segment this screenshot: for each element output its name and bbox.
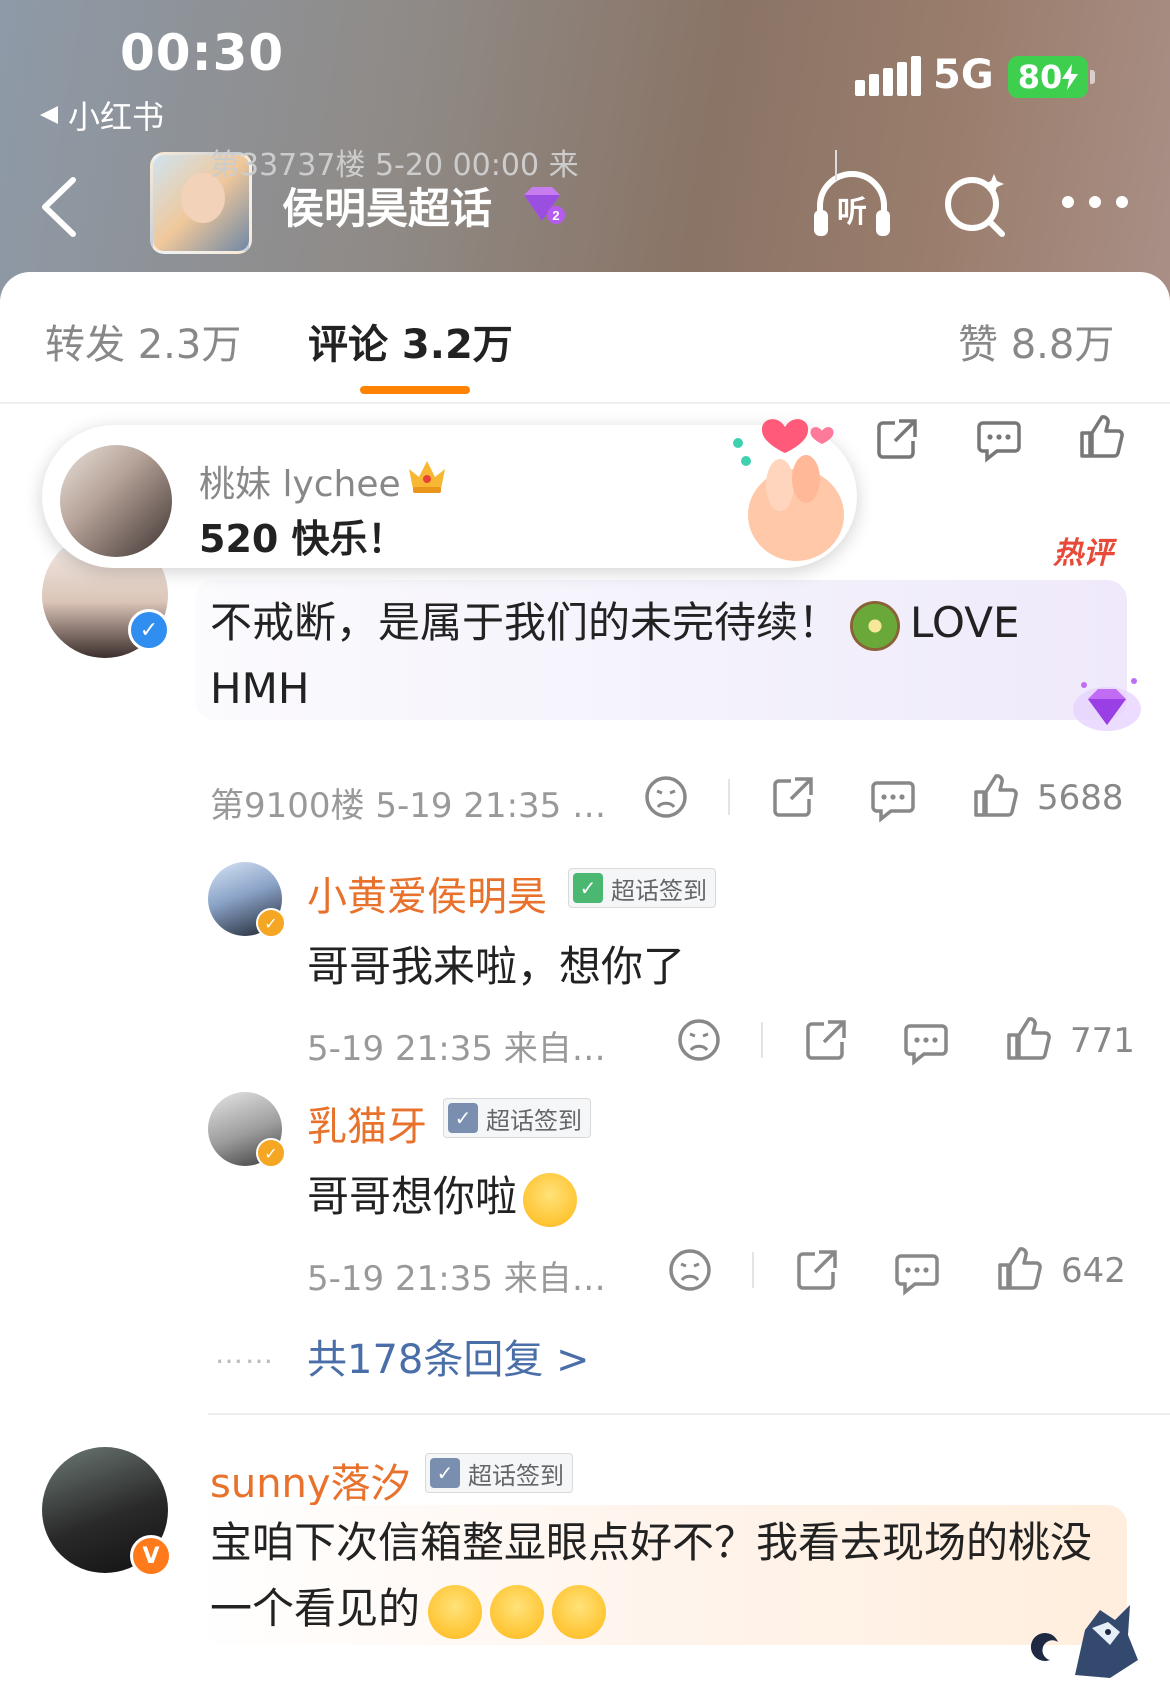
- diamond-level-icon: 2: [524, 187, 565, 224]
- checkin-tag-label: 超话签到: [611, 876, 707, 905]
- dislike-face-icon[interactable]: [666, 1246, 714, 1294]
- reply-meta: 5-19 21:35 来自…: [307, 1029, 606, 1069]
- comment-text-content: 宝咱下次信箱整显眼点好不？我看去现场的桃没一个看见的: [210, 1518, 1093, 1633]
- share-icon[interactable]: [873, 415, 921, 463]
- like-icon[interactable]: [1078, 413, 1126, 461]
- hot-comment-label: 热评: [1053, 536, 1113, 571]
- like-icon[interactable]: [1005, 1015, 1053, 1063]
- share-icon[interactable]: [769, 773, 817, 821]
- back-app-label: 小红书: [68, 98, 165, 136]
- back-to-app-button[interactable]: 小红书: [38, 92, 164, 138]
- listen-icon[interactable]: 听: [810, 168, 894, 240]
- signal-icon: [855, 56, 921, 96]
- reply-username[interactable]: 乳猫牙: [307, 1094, 427, 1152]
- search-icon[interactable]: [940, 168, 1010, 240]
- charging-icon: [1062, 64, 1079, 90]
- status-time: 00:30: [120, 24, 285, 82]
- verified-badge-icon: ✓: [128, 609, 170, 651]
- kiwi-emoji-icon: [850, 600, 901, 651]
- like-icon[interactable]: [996, 1245, 1044, 1293]
- like-count: 771: [1070, 1021, 1135, 1061]
- network-type: 5G: [933, 52, 994, 98]
- comment-separator: [208, 1413, 1170, 1415]
- dragon-mascot-icon: [1030, 1605, 1138, 1678]
- checkin-icon: ✓: [573, 873, 603, 903]
- tab-comments[interactable]: 评论 3.2万: [308, 312, 513, 370]
- reply-text: 哥哥我来啦，想你了: [307, 942, 686, 991]
- checkin-tag: ✓ 超话签到: [425, 1453, 573, 1493]
- reply-username[interactable]: 小黄爱侯明昊: [307, 864, 547, 922]
- verified-badge-icon: ✓: [256, 908, 286, 938]
- more-dots: ……: [215, 1337, 275, 1370]
- back-icon[interactable]: [35, 172, 85, 242]
- view-all-replies-link[interactable]: 共178条回复 >: [307, 1327, 590, 1385]
- share-icon[interactable]: [802, 1016, 850, 1064]
- tab-bar: 转发 2.3万 评论 3.2万 赞 8.8万: [0, 272, 1170, 404]
- finger-heart-icon: [733, 419, 844, 561]
- dislike-face-icon[interactable]: [675, 1016, 723, 1064]
- crying-emoji-icon: [523, 1172, 578, 1227]
- verified-badge-icon: ✓: [256, 1138, 286, 1168]
- laughing-emoji-icon: [552, 1584, 607, 1639]
- dislike-face-icon[interactable]: [642, 773, 690, 821]
- reply-meta: 5-19 21:35 来自…: [307, 1259, 606, 1299]
- divider: [835, 150, 837, 180]
- battery-level: 80: [1017, 58, 1063, 96]
- more-icon[interactable]: [1060, 192, 1130, 212]
- reply-icon[interactable]: [869, 775, 917, 823]
- comment-text: 不戒断，是属于我们的未完待续！ LOVE HMH: [210, 590, 1110, 722]
- checkin-icon: ✓: [430, 1458, 460, 1488]
- tab-reposts[interactable]: 转发 2.3万: [45, 312, 241, 370]
- checkin-tag: ✓ 超话签到: [568, 868, 716, 908]
- active-tab-indicator: [360, 386, 470, 394]
- battery-cap: [1090, 70, 1095, 84]
- share-icon[interactable]: [793, 1246, 841, 1294]
- checkin-tag-label: 超话签到: [468, 1461, 564, 1490]
- tab-likes[interactable]: 赞 8.8万: [958, 312, 1114, 370]
- crown-icon: [409, 461, 445, 493]
- reply-text: 哥哥想你啦: [307, 1163, 578, 1227]
- top-header: 00:30 小红书 5G 80 侯明昊超话 2 听: [0, 0, 1170, 300]
- comment-text-main: 不戒断，是属于我们的未完待续！: [210, 598, 841, 647]
- reply-icon[interactable]: [902, 1018, 950, 1066]
- comment-text: 宝咱下次信箱整显眼点好不？我看去现场的桃没一个看见的: [210, 1510, 1120, 1642]
- laughing-emoji-icon: [428, 1584, 483, 1639]
- like-count: 5688: [1037, 778, 1124, 818]
- toast-username: 桃妹 lychee: [199, 464, 401, 505]
- toast-avatar: [60, 445, 172, 557]
- checkin-icon: ✓: [448, 1103, 478, 1133]
- floor-meta: 第9100楼 5-19 21:35 …: [210, 786, 607, 826]
- reply-text-content: 哥哥想你啦: [307, 1172, 518, 1221]
- topic-title[interactable]: 侯明昊超话: [282, 175, 492, 236]
- verified-badge-icon: V: [130, 1535, 172, 1577]
- commenter-username[interactable]: sunny落汐: [210, 1451, 411, 1509]
- back-triangle-icon: [40, 106, 58, 124]
- checkin-tag-label: 超话签到: [486, 1106, 582, 1135]
- like-icon[interactable]: [972, 772, 1020, 820]
- gem-badge-icon: [1073, 678, 1141, 731]
- reply-icon[interactable]: [975, 415, 1023, 463]
- reply-icon[interactable]: [893, 1248, 941, 1296]
- toast-message: 520 快乐！: [199, 517, 406, 561]
- battery-indicator: 80: [1008, 56, 1088, 98]
- notification-toast[interactable]: 桃妹 lychee 520 快乐！: [42, 419, 857, 568]
- like-count: 642: [1061, 1251, 1126, 1291]
- svg-text:2: 2: [552, 208, 559, 223]
- previous-comment-meta: 第33737楼 5-20 00:00 来: [210, 148, 579, 183]
- checkin-tag: ✓ 超话签到: [443, 1098, 591, 1138]
- divider: [728, 779, 730, 815]
- laughing-emoji-icon: [490, 1584, 545, 1639]
- divider: [761, 1022, 763, 1058]
- listen-label: 听: [837, 195, 867, 230]
- divider: [752, 1252, 754, 1288]
